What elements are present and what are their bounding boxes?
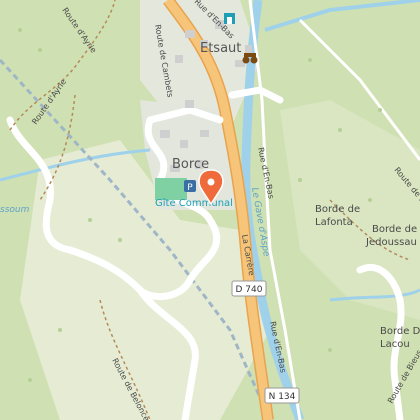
label-lafonta-2: Lafonta [315,217,353,228]
shield-n134-label: N 134 [269,392,296,402]
label-lacou-2: Lacou [380,339,410,350]
shield-n134: N 134 [264,387,300,404]
label-stream-west: ssoum [0,205,30,215]
gite-area [155,178,187,200]
shield-d740-label: D 740 [236,285,263,295]
label-jedoussau-1: Borde de [372,224,417,235]
svg-text:P: P [187,183,193,193]
label-jedoussau-2: Jedoussau [365,237,417,248]
shield-d740: D 740 [231,280,267,297]
map-canvas[interactable]: Etsaut Borce Borde de Lafonta Borde de J… [0,0,420,420]
map-view[interactable]: Etsaut Borce Borde de Lafonta Borde de J… [0,0,420,420]
parking-icon[interactable]: P [184,180,196,193]
label-lacou-1: Borde De [380,326,420,337]
label-borce: Borce [172,157,209,172]
building-icon[interactable] [224,13,235,24]
label-etsaut: Etsaut [200,41,241,56]
label-lafonta-1: Borde de [315,204,360,215]
label-gite-communal: Gîte Communal [155,197,233,209]
